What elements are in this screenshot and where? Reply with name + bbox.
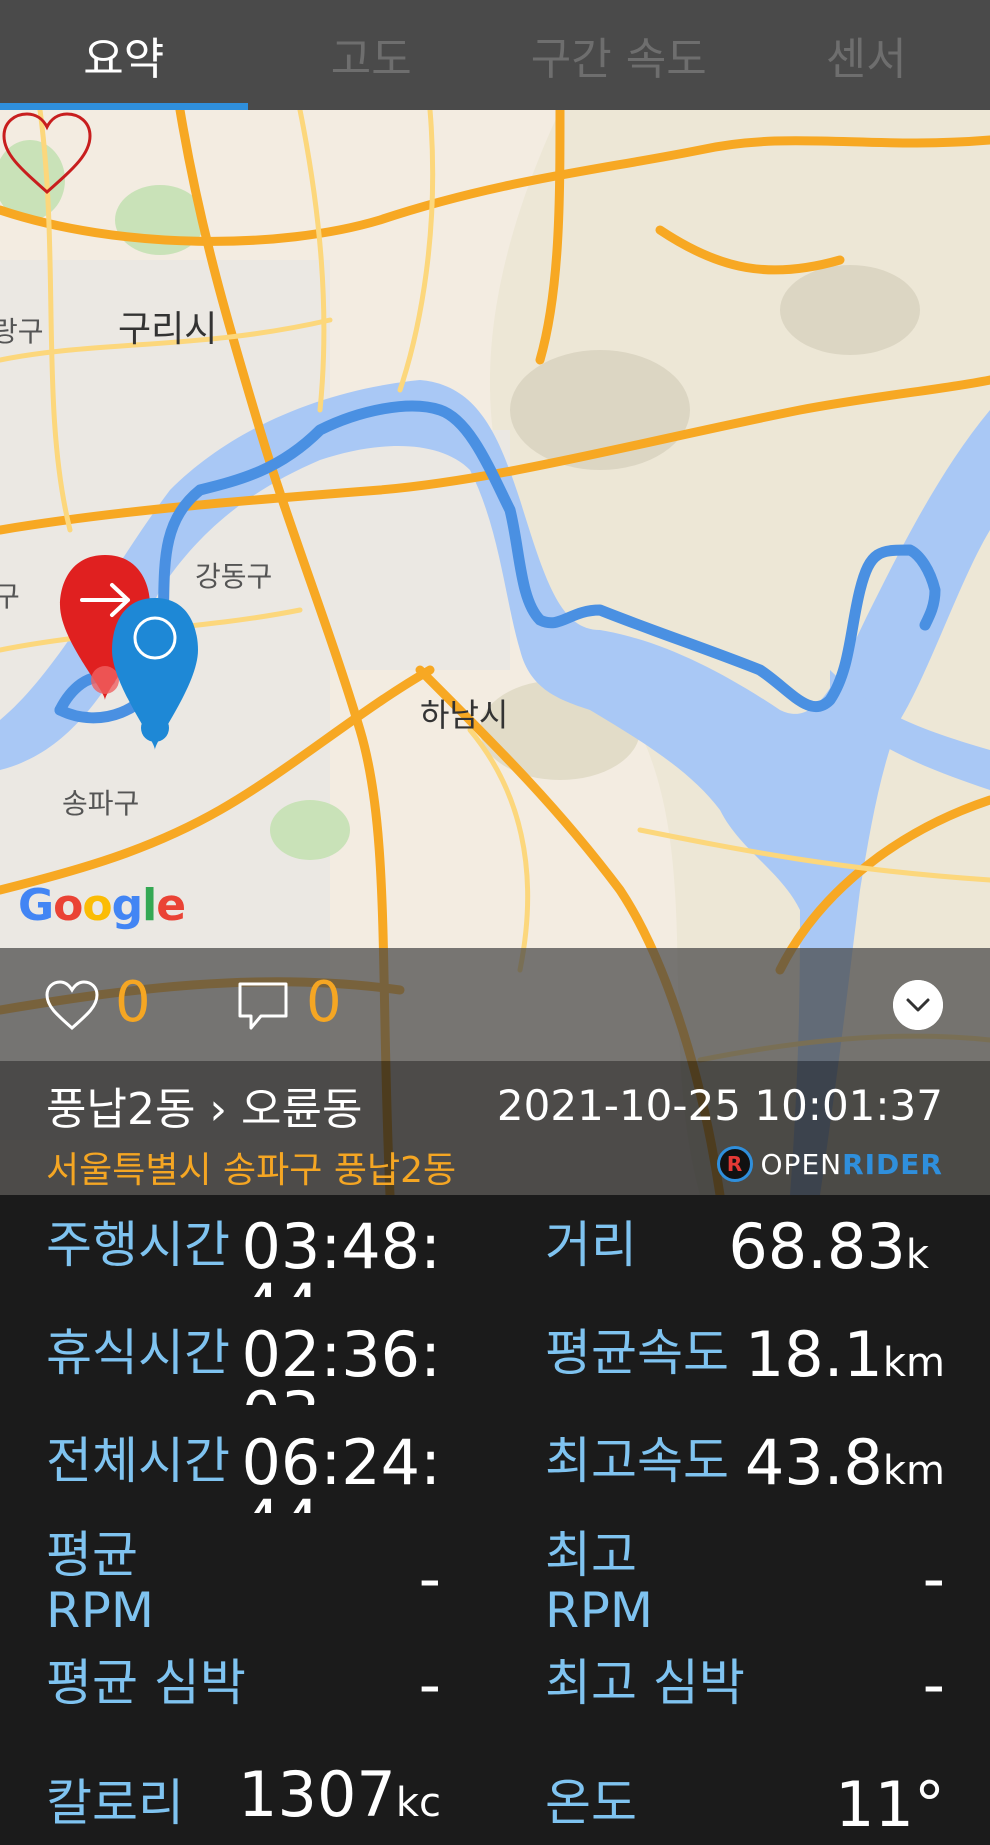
- comment-icon[interactable]: [235, 978, 291, 1034]
- stat-value: 03:48:44: [241, 1217, 441, 1297]
- stat-value: 68.83km: [728, 1217, 929, 1283]
- like-heart-icon[interactable]: [44, 978, 100, 1034]
- stat-avg-speed: 평균속도 18.1km/h: [545, 1325, 945, 1405]
- stat-value: -: [418, 1542, 441, 1615]
- tab-summary[interactable]: 요약: [0, 0, 248, 110]
- stat-avg-heart-rate: 평균 심박 -: [46, 1655, 441, 1735]
- stat-value: 11°: [835, 1768, 945, 1841]
- openrider-logo-icon: R: [716, 1146, 753, 1182]
- stat-value: 1307kcal: [238, 1765, 441, 1831]
- favorite-heart-icon[interactable]: [0, 110, 95, 200]
- tab-bar: 요약 고도 구간 속도 센서: [0, 0, 990, 110]
- route-title: 풍납2동 › 오륜동: [46, 1084, 363, 1135]
- stat-label: 휴식시간: [46, 1325, 230, 1382]
- like-count: 0: [115, 970, 151, 1035]
- stat-temperature: 온도 11°: [545, 1765, 945, 1845]
- ride-info-bar: 풍납2동 › 오륜동 서울특별시 송파구 풍납2동 2021-10-25 10:…: [0, 1061, 990, 1195]
- stat-max-speed: 최고속도 43.8km/h: [545, 1433, 945, 1513]
- expand-chevron-down-icon[interactable]: [893, 980, 943, 1030]
- tab-elevation[interactable]: 고도: [248, 0, 496, 110]
- stat-label: 온도: [545, 1774, 637, 1832]
- stat-label: 평균 심박: [46, 1655, 246, 1712]
- stat-total-time: 전체시간 06:24:44: [46, 1433, 441, 1513]
- stat-value: 02:36:03: [241, 1325, 441, 1405]
- stat-rest-time: 휴식시간 02:36:03: [46, 1325, 441, 1405]
- stat-max-rpm: 최고 RPM -: [545, 1527, 945, 1627]
- stat-label: 주행시간: [46, 1217, 230, 1274]
- social-bar: 0 0: [0, 948, 990, 1061]
- stat-value: -: [922, 1542, 945, 1615]
- stat-distance: 거리 68.83km: [545, 1217, 945, 1297]
- stat-label: 평균속도: [545, 1325, 729, 1382]
- end-dot: [91, 666, 119, 694]
- stat-label: 최고 RPM: [545, 1527, 654, 1627]
- comment-count: 0: [306, 970, 342, 1035]
- stat-riding-time: 주행시간 03:48:44: [46, 1217, 441, 1297]
- stat-value: 43.8km/h: [744, 1433, 945, 1499]
- stat-value: 06:24:44: [241, 1433, 441, 1513]
- stat-avg-rpm: 평균 RPM -: [46, 1527, 441, 1627]
- stat-label: 평균 RPM: [46, 1527, 155, 1627]
- brand-rider-text: RIDER: [842, 1147, 943, 1181]
- start-dot: [141, 714, 169, 742]
- stat-value: -: [418, 1655, 441, 1721]
- start-marker[interactable]: [112, 598, 198, 750]
- stat-value: -: [922, 1655, 945, 1721]
- stat-label: 최고속도: [545, 1433, 729, 1490]
- stat-label: 거리: [545, 1217, 637, 1274]
- stat-label: 칼로리: [46, 1774, 184, 1832]
- stat-label: 최고 심박: [545, 1655, 745, 1712]
- stat-calories: 칼로리 1307kcal: [46, 1765, 441, 1845]
- stat-label: 전체시간: [46, 1433, 230, 1490]
- stats-panel: 주행시간 03:48:44 거리 68.83km 휴식시간 02:36:03 평…: [0, 1195, 990, 1845]
- start-address: 서울특별시 송파구 풍납2동: [46, 1150, 457, 1191]
- tab-sensor[interactable]: 센서: [743, 0, 990, 110]
- tab-segment-speed[interactable]: 구간 속도: [495, 0, 743, 110]
- stat-max-heart-rate: 최고 심박 -: [545, 1655, 945, 1735]
- openrider-brand: R OPEN RIDER: [716, 1143, 943, 1185]
- google-logo: Google: [18, 880, 186, 931]
- ride-datetime: 2021-10-25 10:01:37: [496, 1081, 943, 1130]
- brand-open-text: OPEN: [760, 1147, 843, 1181]
- stat-value: 18.1km/h: [744, 1325, 945, 1391]
